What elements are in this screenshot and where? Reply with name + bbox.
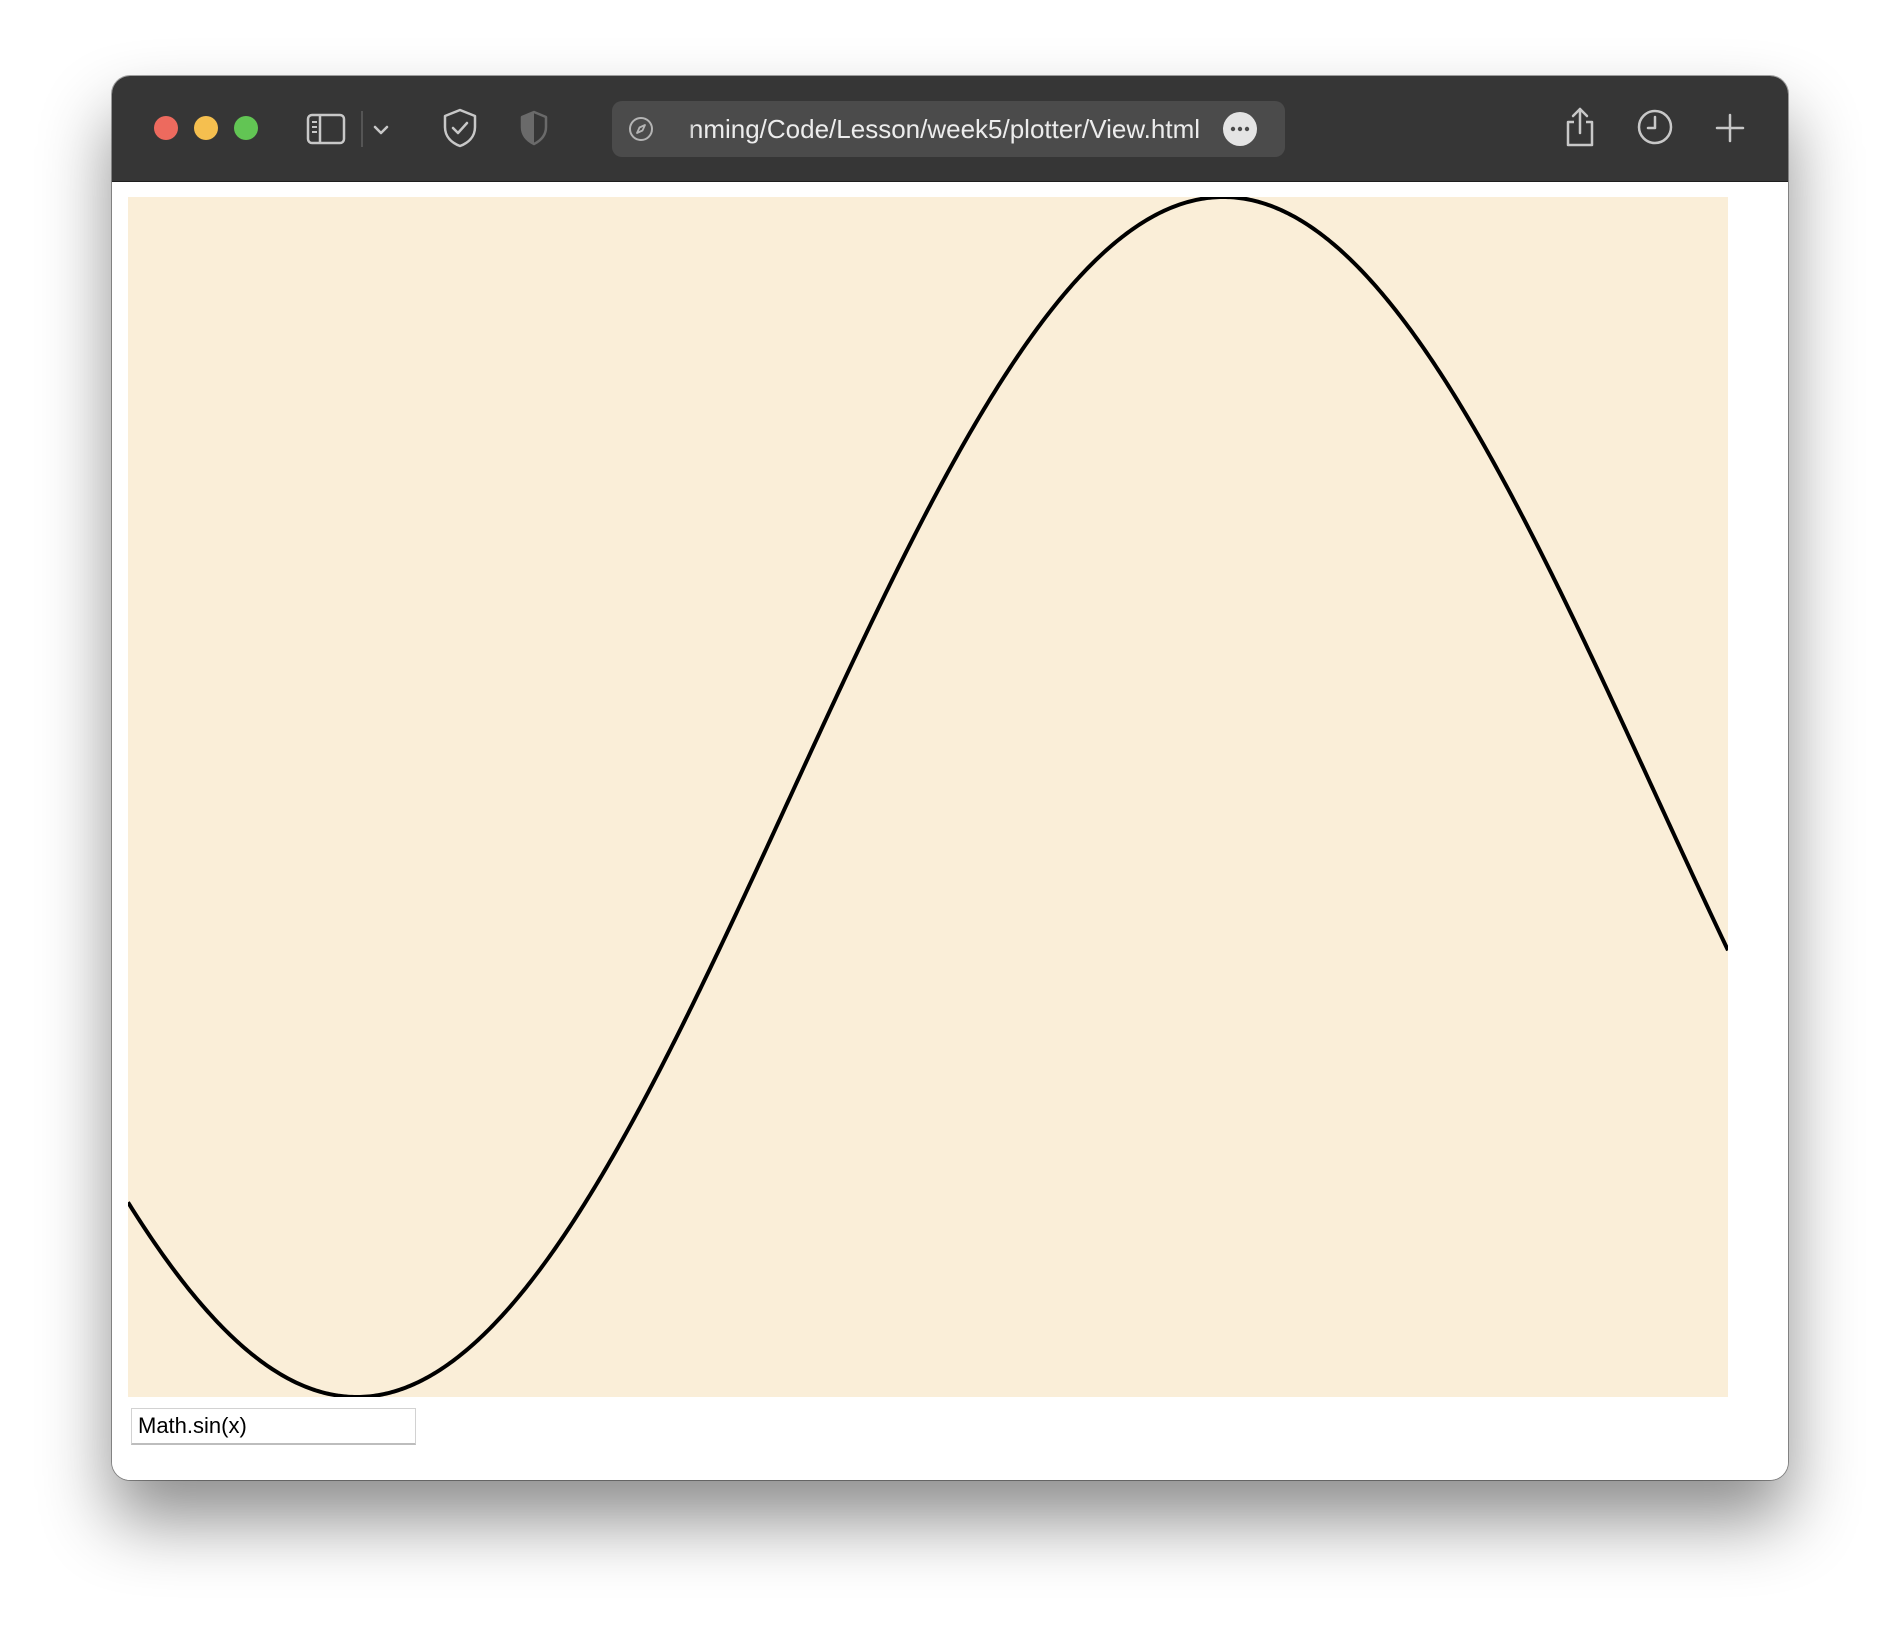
- shield-check-icon[interactable]: [438, 106, 482, 150]
- address-bar[interactable]: nming/Code/Lesson/week5/plotter/View.htm…: [612, 101, 1285, 157]
- sidebar-icon[interactable]: [306, 109, 346, 149]
- share-icon[interactable]: [1560, 104, 1600, 150]
- chevron-down-icon[interactable]: [367, 116, 395, 144]
- minimize-button[interactable]: [194, 116, 218, 140]
- compass-icon: [627, 115, 655, 143]
- sidebar-divider: [361, 111, 363, 147]
- function-curve: [128, 197, 1728, 1397]
- close-button[interactable]: [154, 116, 178, 140]
- clock-icon[interactable]: [1634, 106, 1676, 148]
- maximize-button[interactable]: [234, 116, 258, 140]
- plus-icon[interactable]: [1710, 108, 1750, 148]
- more-icon[interactable]: [1223, 112, 1257, 146]
- plot-canvas[interactable]: [128, 197, 1728, 1397]
- url-text[interactable]: nming/Code/Lesson/week5/plotter/View.htm…: [670, 114, 1200, 144]
- browser-toolbar: nming/Code/Lesson/week5/plotter/View.htm…: [112, 76, 1788, 182]
- page-content: [112, 182, 1788, 1480]
- plot-svg: [128, 197, 1728, 1397]
- browser-window: nming/Code/Lesson/week5/plotter/View.htm…: [112, 76, 1788, 1480]
- shield-half-icon[interactable]: [516, 108, 552, 148]
- function-input[interactable]: [131, 1408, 416, 1445]
